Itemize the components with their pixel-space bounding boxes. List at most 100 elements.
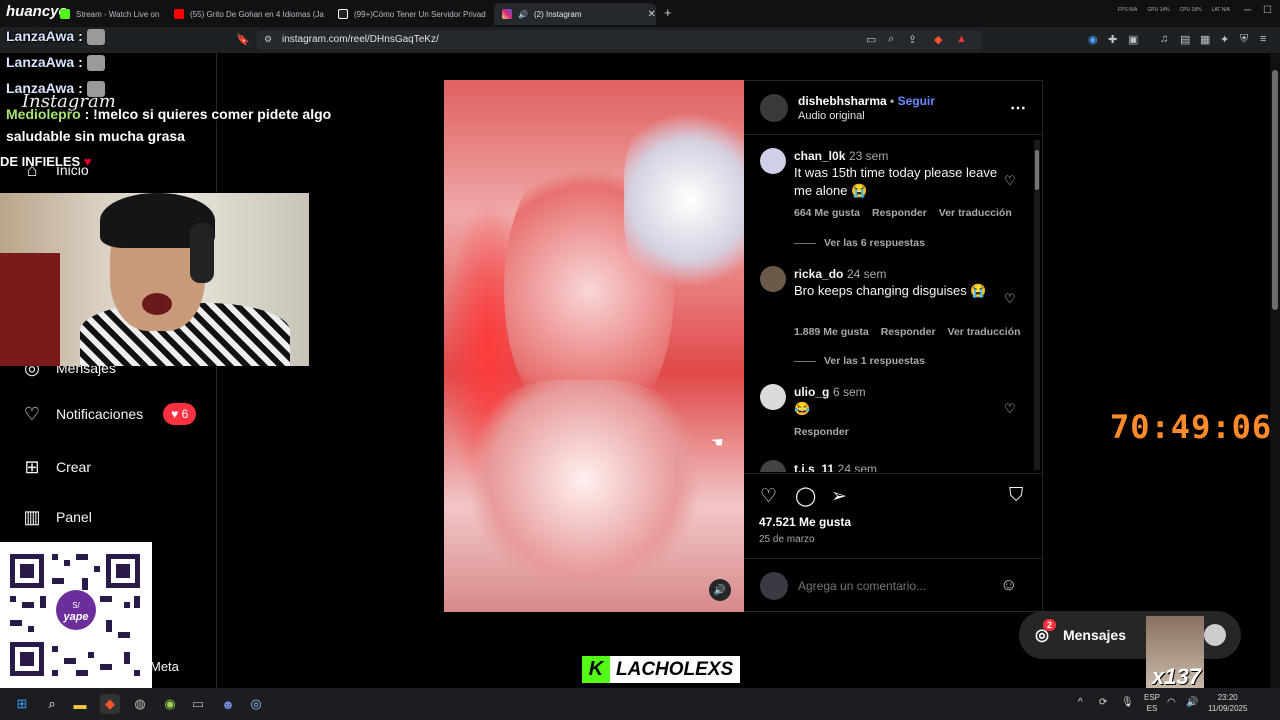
like-comment-icon[interactable]: ♡: [1004, 173, 1016, 189]
reply-button[interactable]: Responder: [794, 426, 849, 438]
view-replies[interactable]: Ver las 1 respuestas: [794, 355, 925, 367]
comment-username[interactable]: ulio_g: [794, 385, 829, 399]
app-icon[interactable]: ◉: [160, 694, 180, 714]
comment-avatar[interactable]: [760, 460, 786, 472]
emoji-icon[interactable]: ☺: [1000, 575, 1017, 595]
wifi-icon[interactable]: ◠: [1167, 697, 1176, 708]
mic-icon[interactable]: 🎙: [1121, 697, 1134, 708]
comment-likes[interactable]: 1.889 Me gusta: [794, 326, 869, 338]
heart-icon: ♥: [83, 154, 92, 169]
leo-ai-icon[interactable]: ✦: [1220, 33, 1229, 46]
more-options-icon[interactable]: ⋯: [1010, 98, 1026, 118]
search-icon[interactable]: ⌕: [42, 694, 62, 714]
banner-label: DE INFIELES: [0, 154, 81, 169]
zoom-icon[interactable]: ⌕: [888, 33, 894, 46]
sub-count: x137: [1152, 664, 1201, 688]
comment-avatar[interactable]: [760, 148, 786, 174]
address-bar[interactable]: ⚙ instagram.com/reel/DHnsGaqTeKz/ ▭ ⌕ ⇪ …: [256, 30, 982, 50]
comment-avatar[interactable]: [760, 384, 786, 410]
kick-logo: K: [582, 656, 610, 683]
volume-icon[interactable]: 🔊: [709, 579, 731, 601]
menu-icon[interactable]: ≡: [1260, 33, 1266, 45]
minimize-icon[interactable]: ─: [1244, 5, 1251, 16]
site-settings-icon[interactable]: ⚙: [264, 34, 272, 45]
tab-youtube[interactable]: (55) Grito De Gohan en 4 Idiomas (Ja: [166, 3, 326, 25]
brave-icon[interactable]: ◆: [100, 694, 120, 714]
address-bar-row: 🔖 ⚙ instagram.com/reel/DHnsGaqTeKz/ ▭ ⌕ …: [0, 27, 1280, 53]
app-icon[interactable]: ▭: [188, 694, 208, 714]
view-replies-label[interactable]: Ver las 6 respuestas: [824, 237, 925, 249]
tab-instagram[interactable]: 🔊 (2) Instagram ✕: [494, 3, 656, 25]
start-icon[interactable]: ⊞: [12, 694, 32, 714]
audio-label[interactable]: Audio original: [798, 110, 865, 122]
author-avatar[interactable]: [760, 94, 788, 122]
chat-user: LanzaAwa: [6, 54, 75, 70]
webcam-person: [142, 293, 172, 315]
tiktok-icon: [338, 9, 348, 19]
sidebar-item-crear[interactable]: ⊞ Crear: [22, 457, 91, 477]
wallet-card-icon[interactable]: ▦: [1200, 33, 1210, 46]
share-icon[interactable]: ➢: [831, 485, 847, 508]
brave-shields-icon[interactable]: ◆: [934, 33, 942, 46]
comment-username[interactable]: t.i.s_11: [794, 462, 834, 472]
page-scrollbar[interactable]: [1270, 53, 1280, 688]
maximize-icon[interactable]: ☐: [1263, 5, 1272, 16]
comments-scroll-thumb[interactable]: [1035, 150, 1039, 190]
reply-button[interactable]: Responder: [881, 326, 936, 338]
reply-button[interactable]: Responder: [872, 207, 927, 219]
sidebar-toggle-icon[interactable]: ▤: [1180, 33, 1190, 46]
sidebar-item-label: Panel: [56, 509, 92, 525]
new-tab-button[interactable]: +: [664, 5, 672, 20]
file-explorer-icon[interactable]: ▬: [70, 694, 90, 714]
clock[interactable]: 23:20 11/09/2025: [1208, 692, 1247, 714]
reel-video[interactable]: [444, 80, 744, 612]
share-icon[interactable]: ⇪: [908, 33, 917, 46]
cast-icon[interactable]: ▭: [866, 33, 876, 46]
url-text[interactable]: instagram.com/reel/DHnsGaqTeKz/: [282, 34, 439, 45]
scroll-thumb[interactable]: [1272, 70, 1278, 310]
banner-text: DE INFIELES ♥: [0, 154, 92, 169]
comment-likes[interactable]: 664 Me gusta: [794, 207, 860, 219]
comment-username[interactable]: ricka_do: [794, 267, 843, 281]
comments-scrollbar[interactable]: [1034, 140, 1040, 470]
vpn-icon[interactable]: ⛨: [1240, 33, 1248, 46]
network-icon[interactable]: ⟳: [1099, 697, 1107, 708]
media-icon[interactable]: ♫: [1160, 33, 1168, 45]
tab-title: (55) Grito De Gohan en 4 Idiomas (Ja: [190, 9, 324, 19]
translate-button[interactable]: Ver traducción: [939, 207, 1012, 219]
emote-icon: [86, 55, 105, 72]
like-comment-icon[interactable]: ♡: [1004, 401, 1016, 417]
wallet-icon[interactable]: ◉: [1088, 33, 1098, 46]
author-username[interactable]: dishebhsharma: [798, 94, 887, 108]
follow-button[interactable]: Seguir: [898, 94, 935, 108]
comment-username[interactable]: chan_l0k: [794, 149, 845, 163]
tab-tiktok[interactable]: (99+)Cómo Tener Un Servidor Privad: [330, 3, 490, 25]
tab-kick[interactable]: Stream - Watch Live on Ki: [52, 3, 162, 25]
comment-avatar[interactable]: [760, 266, 786, 292]
like-count[interactable]: 47.521 Me gusta: [759, 515, 851, 529]
rewards-icon[interactable]: ▲: [956, 33, 967, 45]
chat-message: LanzaAwa :: [6, 54, 105, 72]
tray-chevron-icon[interactable]: ^: [1078, 697, 1083, 708]
screenshot-icon[interactable]: ▣: [1128, 33, 1138, 46]
view-replies[interactable]: Ver las 6 respuestas: [794, 237, 925, 249]
view-replies-label[interactable]: Ver las 1 respuestas: [824, 355, 925, 367]
comment-input[interactable]: [798, 576, 988, 596]
steam-icon[interactable]: ◎: [246, 694, 266, 714]
comment-icon[interactable]: ◯: [795, 485, 816, 508]
language-indicator[interactable]: ESP ES: [1144, 692, 1160, 714]
like-comment-icon[interactable]: ♡: [1004, 291, 1016, 307]
like-icon[interactable]: ♡: [760, 485, 777, 508]
extensions-icon[interactable]: ✚: [1108, 33, 1117, 46]
volume-icon[interactable]: 🔊: [1186, 697, 1198, 708]
meta-link[interactable]: Meta: [150, 659, 179, 674]
sidebar-item-notificaciones[interactable]: ♡ Notificaciones ♥ 6: [22, 403, 197, 425]
close-tab-icon[interactable]: ✕: [648, 9, 656, 20]
bookmark-icon[interactable]: 🔖: [236, 33, 250, 46]
comment-actions: Responder: [794, 426, 849, 438]
discord-icon[interactable]: ☻: [218, 694, 238, 714]
translate-button[interactable]: Ver traducción: [948, 326, 1021, 338]
obs-icon[interactable]: ◍: [130, 694, 150, 714]
save-icon[interactable]: ⛉: [1009, 485, 1023, 507]
sidebar-item-panel[interactable]: ▥ Panel: [22, 507, 92, 527]
